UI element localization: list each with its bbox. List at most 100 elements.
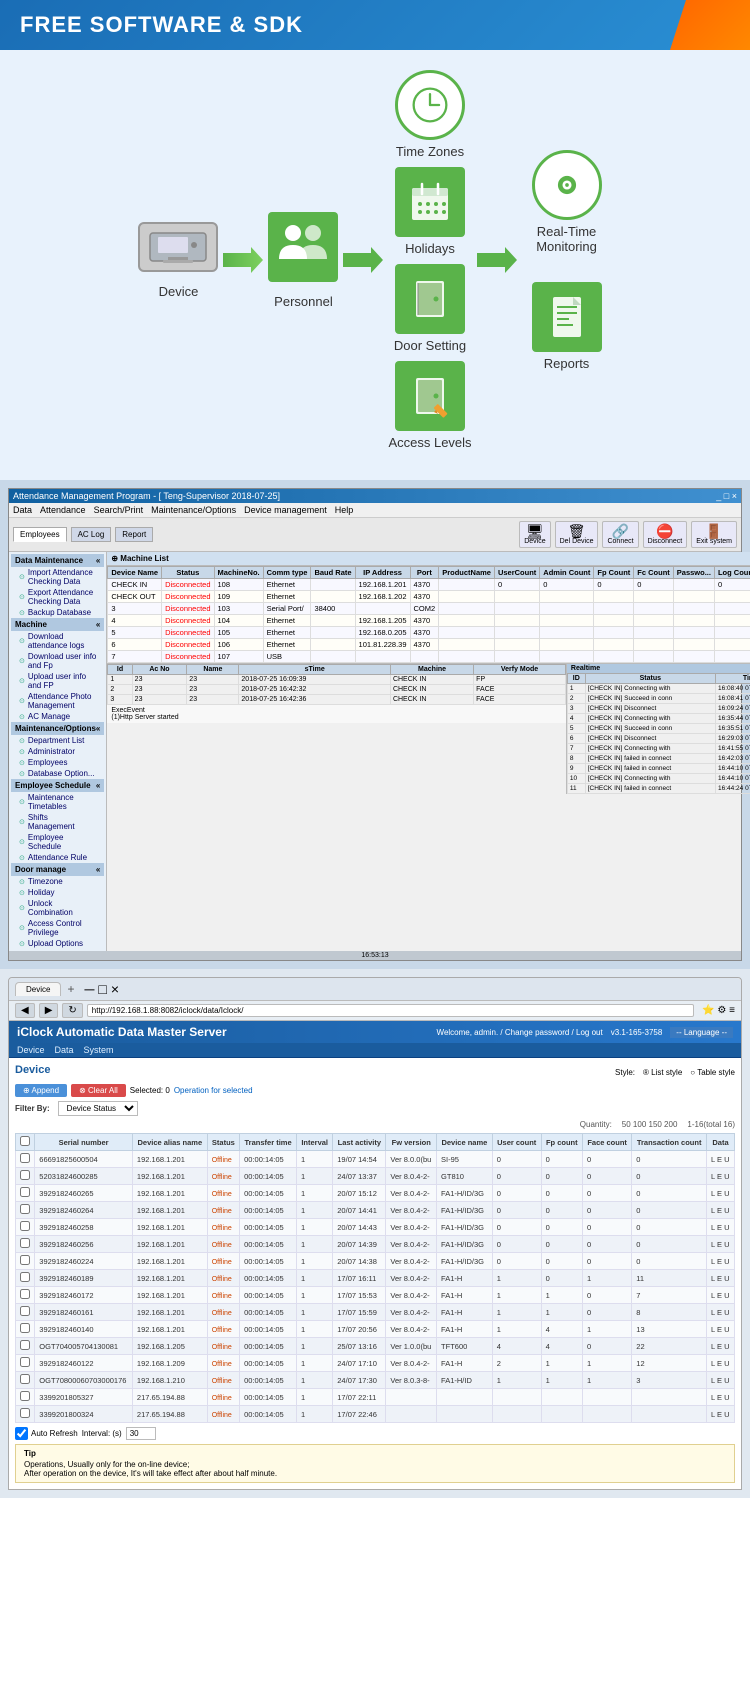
row-checkbox[interactable] <box>20 1204 30 1214</box>
sidebar-upload-options[interactable]: Upload Options <box>11 938 104 949</box>
language-btn[interactable]: -- Language -- <box>670 1027 733 1038</box>
sidebar-backup[interactable]: Backup Database <box>11 607 104 618</box>
col-machineno[interactable]: MachineNo. <box>214 567 263 579</box>
tab-report[interactable]: Report <box>115 527 153 542</box>
sidebar-import[interactable]: Import Attendance Checking Data <box>11 567 104 587</box>
web-device-row[interactable]: 3929182460256192.168.1.201Offline00:00:1… <box>16 1236 735 1253</box>
web-device-row[interactable]: 3399201800324217.65.194.88Offline00:00:1… <box>16 1406 735 1423</box>
sidebar-download-logs[interactable]: Download attendance logs <box>11 631 104 651</box>
wh-status[interactable]: Status <box>207 1134 239 1151</box>
menu-maintenance[interactable]: Maintenance/Options <box>151 505 236 515</box>
web-device-row[interactable]: 3929182460122192.168.1.209Offline00:00:1… <box>16 1355 735 1372</box>
web-app-nav[interactable]: Device Data System <box>9 1043 741 1058</box>
row-checkbox[interactable] <box>20 1238 30 1248</box>
log-row[interactable]: 123232018-07-25 16:09:39CHECK INFP <box>108 675 566 685</box>
col-admin[interactable]: Admin Count <box>540 567 594 579</box>
device-button[interactable]: 🖥Device <box>519 521 550 548</box>
menu-help[interactable]: Help <box>335 505 354 515</box>
col-user[interactable]: UserCount <box>494 567 539 579</box>
tab-aclog[interactable]: AC Log <box>71 527 112 542</box>
row-checkbox[interactable] <box>20 1289 30 1299</box>
row-checkbox[interactable] <box>20 1221 30 1231</box>
log-row[interactable]: 323232018-07-25 16:42:36CHECK INFACE <box>108 695 566 705</box>
nav-device[interactable]: Device <box>17 1045 45 1055</box>
row-checkbox[interactable] <box>20 1374 30 1384</box>
sidebar-access[interactable]: Access Control Privilege <box>11 918 104 938</box>
filter-select[interactable]: Device Status <box>58 1101 138 1116</box>
row-checkbox[interactable] <box>20 1323 30 1333</box>
col-pass[interactable]: Passwo... <box>673 567 714 579</box>
sidebar-attendance-rule[interactable]: Attendance Rule <box>11 852 104 863</box>
row-checkbox[interactable] <box>20 1153 30 1163</box>
col-product[interactable]: ProductName <box>439 567 495 579</box>
row-checkbox[interactable] <box>20 1357 30 1367</box>
minimize-btn[interactable]: ─ <box>84 981 94 997</box>
machine-row[interactable]: 7Disconnected107USB3204 <box>108 651 750 663</box>
maximize-btn[interactable]: □ <box>98 981 106 997</box>
row-checkbox[interactable] <box>20 1187 30 1197</box>
row-checkbox[interactable] <box>20 1170 30 1180</box>
row-checkbox[interactable] <box>20 1391 30 1401</box>
nav-data[interactable]: Data <box>55 1045 74 1055</box>
log-row[interactable]: 223232018-07-25 16:42:32CHECK INFACE <box>108 685 566 695</box>
row-checkbox[interactable] <box>20 1255 30 1265</box>
wh-data[interactable]: Data <box>707 1134 735 1151</box>
connect-button[interactable]: 🔗Connect <box>602 521 638 548</box>
wh-activity[interactable]: Last activity <box>333 1134 386 1151</box>
sidebar-unlock[interactable]: Unlock Combination <box>11 898 104 918</box>
browser-tab-device[interactable]: Device <box>15 982 61 996</box>
sidebar-admin[interactable]: Administrator <box>11 746 104 757</box>
refresh-btn[interactable]: ↻ <box>62 1003 82 1018</box>
sidebar-db[interactable]: Database Option... <box>11 768 104 779</box>
sidebar-data-maintenance[interactable]: Data Maintenance « <box>11 554 104 567</box>
row-checkbox[interactable] <box>20 1408 30 1418</box>
app-tabs[interactable]: Employees AC Log Report 🖥Device 🗑Del Dev… <box>9 518 741 552</box>
web-device-row[interactable]: OGT70800060703000176192.168.1.210Offline… <box>16 1372 735 1389</box>
web-device-row[interactable]: 66691825600504192.168.1.201Offline00:00:… <box>16 1151 735 1168</box>
web-device-row[interactable]: 3929182460224192.168.1.201Offline00:00:1… <box>16 1253 735 1270</box>
row-checkbox[interactable] <box>20 1272 30 1282</box>
sidebar-schedule[interactable]: Employee Schedule « <box>11 779 104 792</box>
col-status[interactable]: Status <box>162 567 214 579</box>
web-device-row[interactable]: 3929182460172192.168.1.201Offline00:00:1… <box>16 1287 735 1304</box>
col-comm[interactable]: Comm type <box>263 567 311 579</box>
wh-fw[interactable]: Fw version <box>386 1134 437 1151</box>
web-device-row[interactable]: 52031824600285192.168.1.201Offline00:00:… <box>16 1168 735 1185</box>
nav-system[interactable]: System <box>84 1045 114 1055</box>
exit-button[interactable]: 🚪Exit system <box>691 521 737 548</box>
wh-checkbox[interactable] <box>16 1134 35 1151</box>
menu-attendance[interactable]: Attendance <box>40 505 86 515</box>
sidebar-timezone[interactable]: Timezone <box>11 876 104 887</box>
disconnect-button[interactable]: ⛔Disconnect <box>643 521 688 548</box>
web-device-row[interactable]: 3929182460258192.168.1.201Offline00:00:1… <box>16 1219 735 1236</box>
sidebar-shifts[interactable]: Shifts Management <box>11 812 104 832</box>
web-device-row[interactable]: OGT704005704130081192.168.1.205Offline00… <box>16 1338 735 1355</box>
del-device-button[interactable]: 🗑Del Device <box>555 521 599 548</box>
sidebar-maintenance[interactable]: Maintenance/Options « <box>11 722 104 735</box>
web-device-row[interactable]: 3929182460140192.168.1.201Offline00:00:1… <box>16 1321 735 1338</box>
sidebar-download-user[interactable]: Download user info and Fp <box>11 651 104 671</box>
sidebar-holiday[interactable]: Holiday <box>11 887 104 898</box>
wh-serial[interactable]: Serial number <box>35 1134 133 1151</box>
web-device-row[interactable]: 3929182460189192.168.1.201Offline00:00:1… <box>16 1270 735 1287</box>
col-fp[interactable]: Fp Count <box>594 567 634 579</box>
interval-input[interactable] <box>126 1427 156 1440</box>
machine-row[interactable]: 5Disconnected105Ethernet192.168.0.205437… <box>108 627 750 639</box>
wh-alias[interactable]: Device alias name <box>132 1134 207 1151</box>
wh-face[interactable]: Face count <box>582 1134 631 1151</box>
tab-employees[interactable]: Employees <box>13 527 67 542</box>
wh-user[interactable]: User count <box>492 1134 541 1151</box>
back-btn[interactable]: ◀ <box>15 1003 35 1018</box>
row-checkbox[interactable] <box>20 1340 30 1350</box>
close-btn[interactable]: × <box>111 981 119 997</box>
machine-row[interactable]: 6Disconnected106Ethernet101.81.228.39437… <box>108 639 750 651</box>
sidebar-timetable[interactable]: Maintenance Timetables <box>11 792 104 812</box>
url-bar[interactable] <box>87 1004 694 1017</box>
add-tab-button[interactable]: + <box>63 982 78 996</box>
menu-data[interactable]: Data <box>13 505 32 515</box>
app-menubar[interactable]: Data Attendance Search/Print Maintenance… <box>9 503 741 518</box>
web-device-row[interactable]: 3929182460264192.168.1.201Offline00:00:1… <box>16 1202 735 1219</box>
menu-search[interactable]: Search/Print <box>94 505 144 515</box>
wh-fp[interactable]: Fp count <box>541 1134 582 1151</box>
machine-row[interactable]: CHECK INDisconnected108Ethernet192.168.1… <box>108 579 750 591</box>
